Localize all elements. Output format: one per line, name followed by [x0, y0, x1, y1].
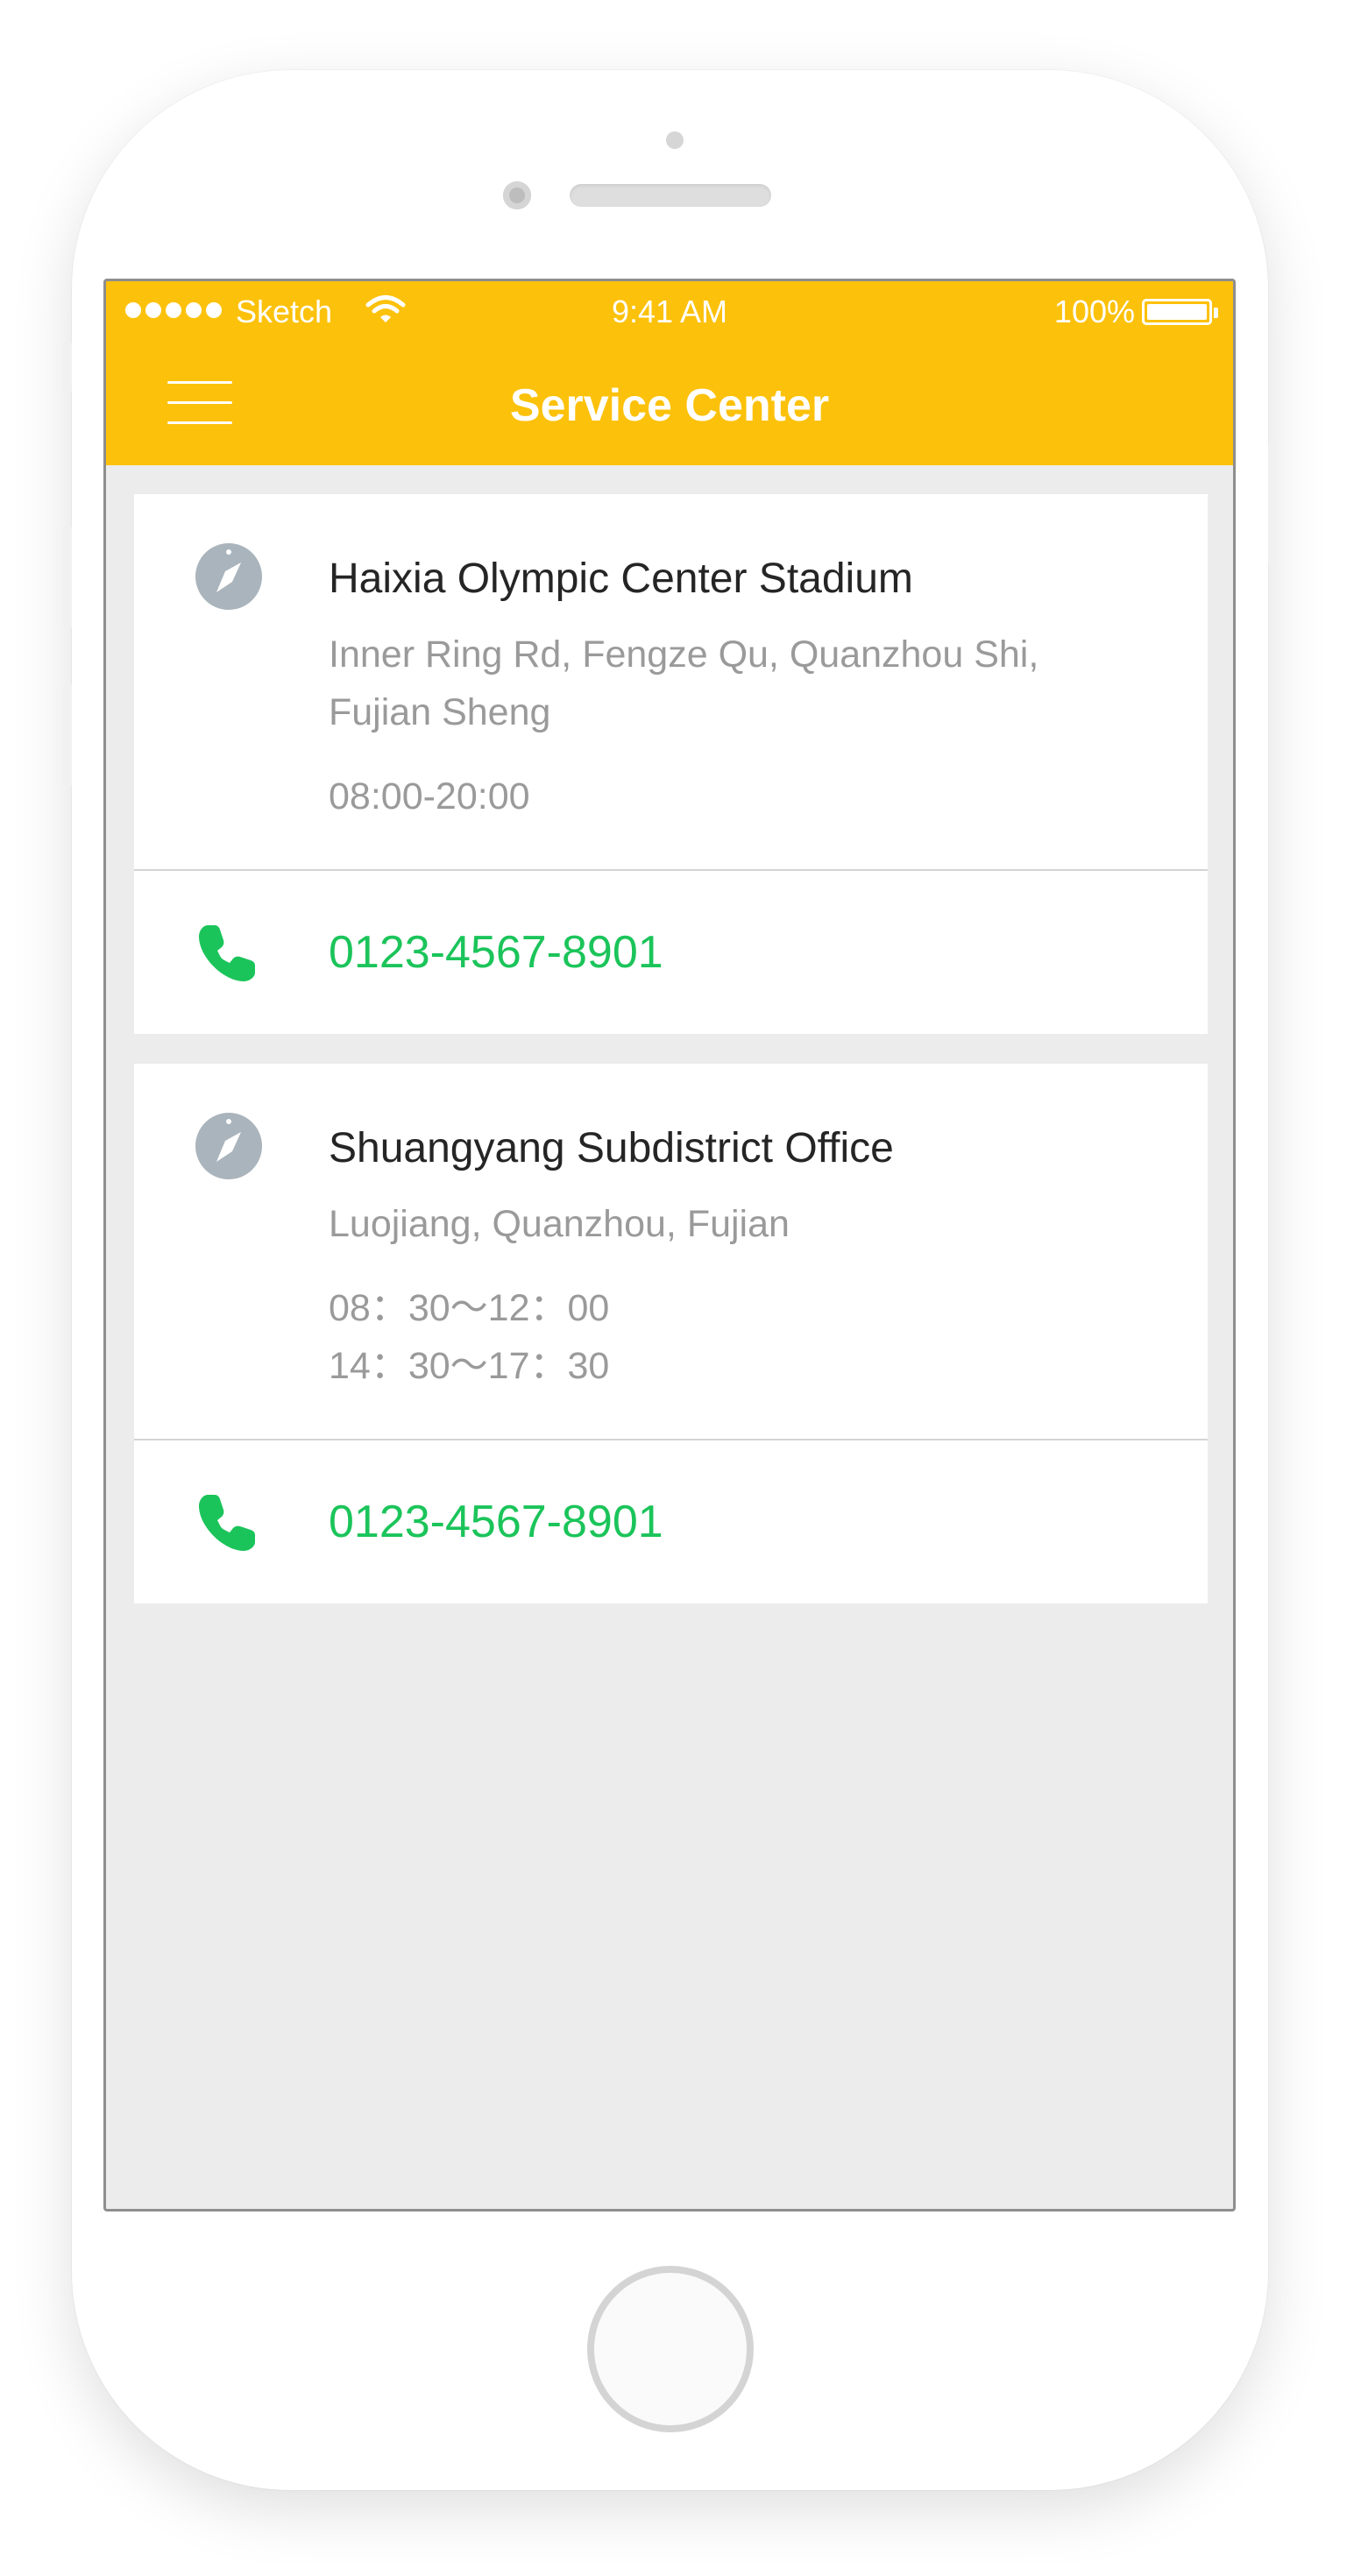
mute-switch	[63, 342, 72, 393]
phone-call-row[interactable]: 0123-4567-8901	[134, 871, 1208, 1034]
proximity-sensor	[666, 131, 684, 149]
service-center-card: Haixia Olympic Center Stadium Inner Ring…	[134, 494, 1208, 1034]
service-center-hours: 08:00-20:00	[329, 768, 1173, 825]
volume-down-button	[63, 683, 72, 787]
top-bar: Sketch 9:41 AM 100% Service Center	[106, 281, 1233, 465]
front-camera	[503, 181, 531, 209]
service-center-name: Haixia Olympic Center Stadium	[329, 556, 913, 602]
service-center-card: Shuangyang Subdistrict Office Luojiang, …	[134, 1064, 1208, 1603]
hours-line: 14：30～17：30	[329, 1345, 610, 1387]
service-center-address: Luojiang, Quanzhou, Fujian	[329, 1195, 1173, 1253]
phone-number-link[interactable]: 0123-4567-8901	[329, 924, 663, 981]
phone-icon	[199, 1495, 255, 1551]
earpiece-speaker	[570, 184, 771, 207]
address-line: Fujian Sheng	[329, 691, 551, 733]
app-screen: Sketch 9:41 AM 100% Service Center Haixi…	[103, 279, 1236, 2212]
home-button[interactable]	[587, 2266, 754, 2432]
navigation-bar: Service Center	[106, 343, 1233, 465]
hours-line: 08:00-20:00	[329, 775, 530, 817]
page-title: Service Center	[509, 380, 830, 431]
service-center-hours: 08：30～12：00 14：30～17：30	[329, 1279, 1173, 1395]
phone-icon	[199, 925, 255, 981]
battery-icon	[1142, 299, 1218, 325]
compass-icon	[195, 543, 262, 610]
service-center-list: Haixia Olympic Center Stadium Inner Ring…	[134, 494, 1208, 1633]
service-center-name: Shuangyang Subdistrict Office	[329, 1125, 894, 1171]
phone-call-row[interactable]: 0123-4567-8901	[134, 1440, 1208, 1603]
power-button	[1268, 442, 1277, 565]
status-bar: Sketch 9:41 AM 100%	[106, 281, 1233, 343]
service-center-address: Inner Ring Rd, Fengze Qu, Quanzhou Shi, …	[329, 626, 1173, 741]
service-center-info[interactable]: Haixia Olympic Center Stadium Inner Ring…	[134, 494, 1208, 871]
address-line: Luojiang, Quanzhou, Fujian	[329, 1203, 790, 1245]
service-center-info[interactable]: Shuangyang Subdistrict Office Luojiang, …	[134, 1064, 1208, 1440]
battery-percentage: 100%	[1053, 294, 1135, 329]
compass-icon	[195, 1113, 262, 1179]
volume-up-button	[63, 526, 72, 629]
address-line: Inner Ring Rd, Fengze Qu, Quanzhou Shi,	[329, 633, 1039, 676]
phone-number-link[interactable]: 0123-4567-8901	[329, 1493, 663, 1551]
hours-line: 08：30～12：00	[329, 1287, 610, 1329]
